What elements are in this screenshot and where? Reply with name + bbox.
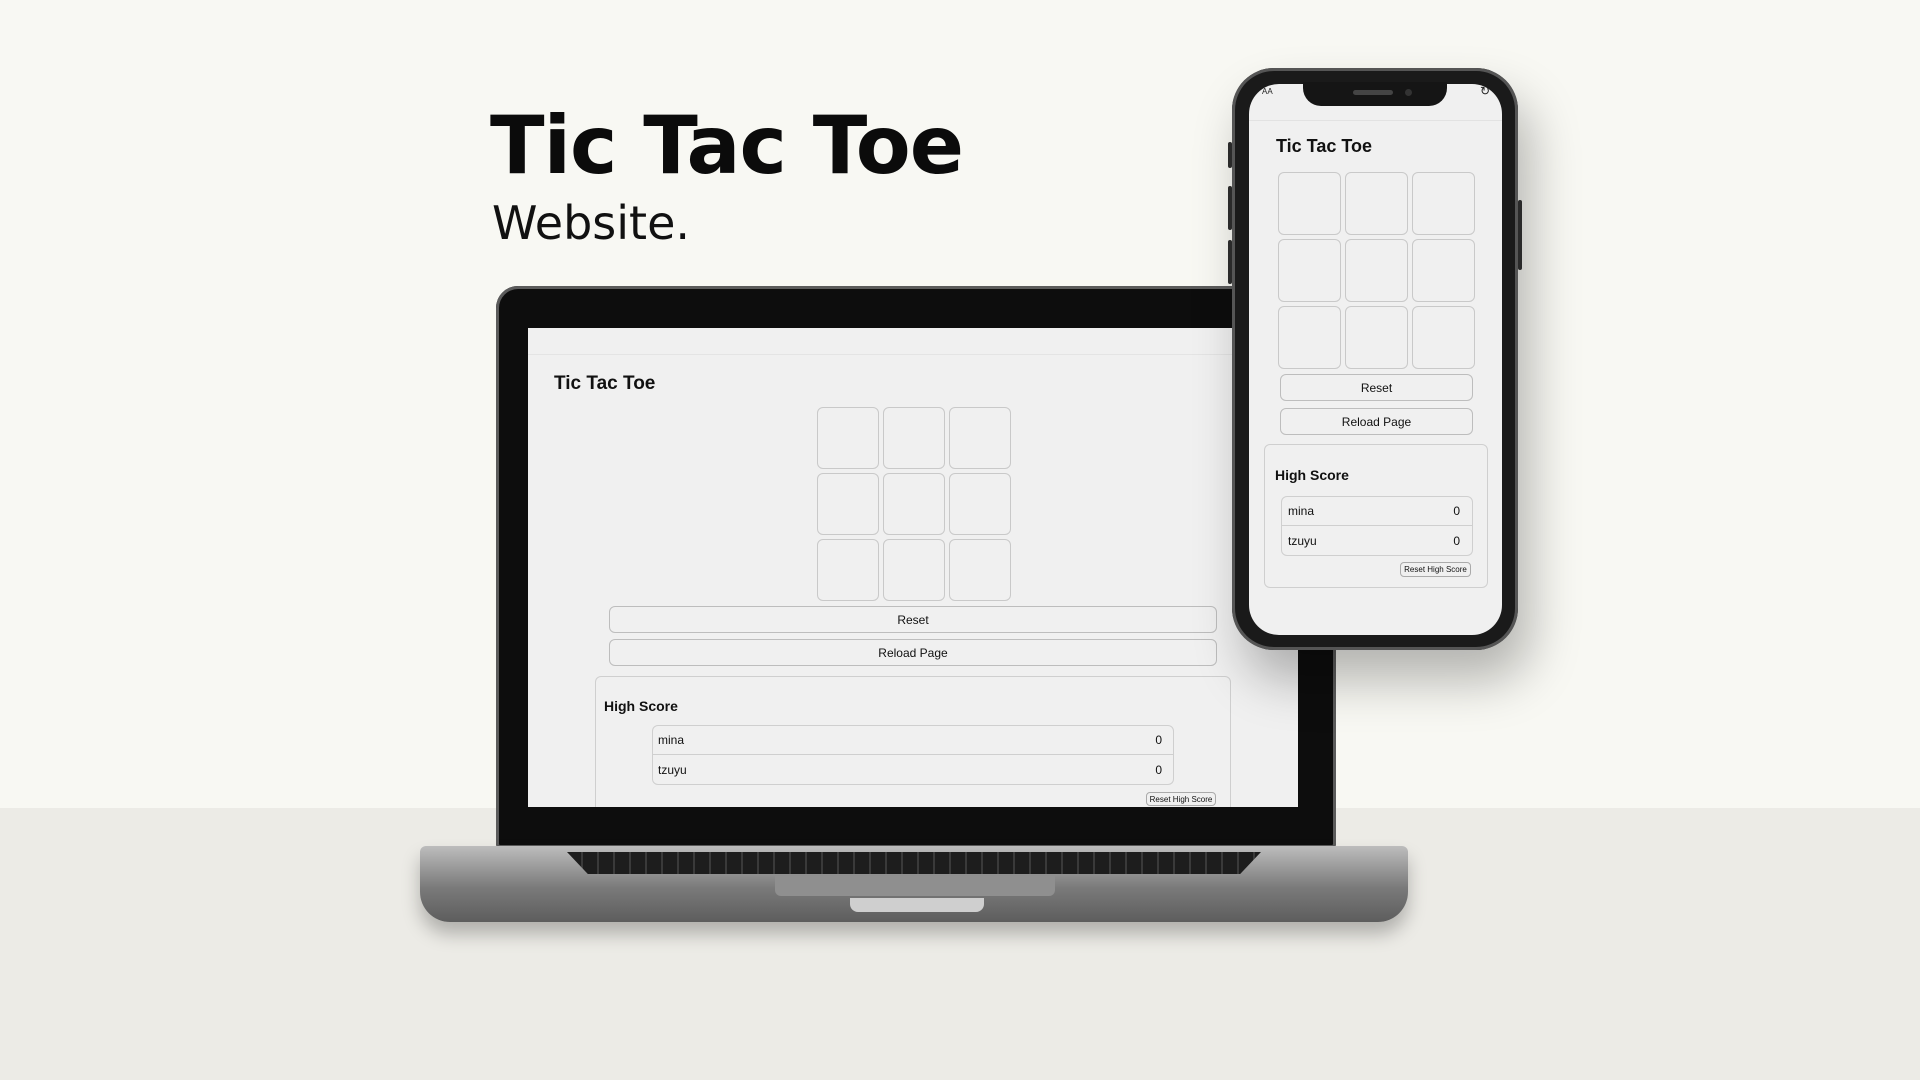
phone-camera [1405, 89, 1412, 96]
laptop-score-row: mina 0 [652, 725, 1174, 755]
phone-board-cell-9[interactable] [1412, 306, 1475, 369]
phone-power-button [1518, 200, 1522, 270]
player-score: 0 [1453, 533, 1460, 548]
laptop-board-cell-1[interactable] [817, 407, 879, 469]
laptop-trackpad [775, 876, 1055, 896]
phone-reset-high-score-button[interactable]: Reset High Score [1400, 562, 1471, 577]
player-name: mina [658, 733, 685, 747]
player-score: 0 [1155, 762, 1162, 777]
laptop-app-title: Tic Tac Toe [554, 373, 656, 394]
laptop-keyboard [567, 852, 1261, 874]
player-score: 0 [1155, 733, 1162, 747]
laptop-hinge-notch [850, 898, 984, 912]
laptop-reset-button[interactable]: Reset [609, 606, 1217, 633]
laptop-board-cell-8[interactable] [883, 539, 945, 601]
phone-volume-down-button [1228, 240, 1232, 284]
phone-board-cell-3[interactable] [1412, 172, 1475, 235]
phone-high-score-heading: High Score [1275, 467, 1349, 483]
phone-score-row: mina 0 [1281, 496, 1473, 526]
player-name: mina [1288, 504, 1315, 518]
reload-icon[interactable]: ↻ [1480, 84, 1490, 98]
text-size-icon[interactable]: AA [1262, 87, 1273, 96]
hero-title: Tic Tac Toe [490, 99, 964, 192]
player-name: tzuyu [658, 762, 687, 777]
phone-board-cell-2[interactable] [1345, 172, 1408, 235]
laptop-board-cell-9[interactable] [949, 539, 1011, 601]
phone-board-cell-4[interactable] [1278, 239, 1341, 302]
laptop-board-cell-7[interactable] [817, 539, 879, 601]
laptop-board-cell-6[interactable] [949, 473, 1011, 535]
laptop-board-cell-4[interactable] [817, 473, 879, 535]
phone-reload-button[interactable]: Reload Page [1280, 408, 1473, 435]
laptop-high-score-heading: High Score [604, 698, 678, 714]
laptop-board-cell-2[interactable] [883, 407, 945, 469]
player-score: 0 [1453, 504, 1460, 518]
laptop-reload-button[interactable]: Reload Page [609, 639, 1217, 666]
phone-app-title: Tic Tac Toe [1276, 136, 1373, 156]
phone-board-cell-6[interactable] [1412, 239, 1475, 302]
laptop-screen: Tic Tac Toe Reset Reload Page High Score… [528, 328, 1298, 807]
player-name: tzuyu [1288, 533, 1317, 548]
phone-board-cell-7[interactable] [1278, 306, 1341, 369]
phone-board-cell-8[interactable] [1345, 306, 1408, 369]
laptop-board-cell-5[interactable] [883, 473, 945, 535]
laptop-reset-high-score-button[interactable]: Reset High Score [1146, 792, 1216, 806]
laptop-high-score-panel: High Score mina 0 tzuyu 0 Reset High Sco… [595, 676, 1231, 807]
mobile-browser-divider [1249, 120, 1502, 121]
phone-screen: Tic Tac Toe Reset Reload Page High Score… [1249, 84, 1502, 635]
browser-divider [528, 354, 1298, 355]
laptop-board-cell-3[interactable] [949, 407, 1011, 469]
phone-board-cell-1[interactable] [1278, 172, 1341, 235]
phone-reset-button[interactable]: Reset [1280, 374, 1473, 401]
phone-volume-up-button [1228, 186, 1232, 230]
phone-high-score-panel: High Score mina 0 tzuyu 0 Reset High Sco… [1264, 444, 1488, 588]
phone-mute-button [1228, 142, 1232, 168]
phone-speaker [1353, 90, 1393, 95]
hero-subtitle: Website. [492, 196, 690, 250]
laptop-score-row: tzuyu 0 [652, 755, 1174, 785]
phone-board-cell-5[interactable] [1345, 239, 1408, 302]
phone-score-row: tzuyu 0 [1281, 526, 1473, 556]
